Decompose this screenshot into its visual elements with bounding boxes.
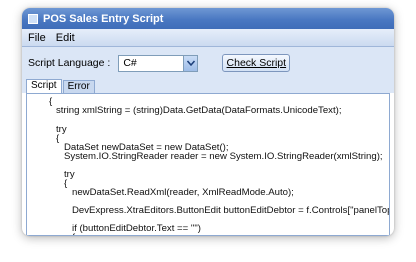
window-title: POS Sales Entry Script [43,12,164,25]
check-script-button[interactable]: Check Script [222,54,291,72]
code-editor[interactable]: { string xmlString = (string)Data.GetDat… [26,93,390,236]
code-line: { [72,232,75,235]
code-line: if (buttonEditDebtor.Text == "") [72,223,201,234]
chevron-down-icon [186,60,195,66]
menu-file[interactable]: File [28,32,46,44]
title-bar: POS Sales Entry Script [22,8,394,29]
code-line: newDataSet.ReadXml(reader, XmlReadMode.A… [72,187,294,198]
script-language-select[interactable]: C# [118,54,199,72]
code-line: System.IO.StringReader reader = new Syst… [64,151,383,162]
menu-edit[interactable]: Edit [56,32,75,44]
tab-strip: Script Error [22,79,394,93]
code-line: DevExpress.XtraEditors.ButtonEdit button… [72,205,389,216]
script-language-label: Script Language : [28,57,111,69]
app-window-icon [28,13,38,24]
toolbar: Script Language : C# Check Script [22,47,394,79]
code-line: string xmlString = (string)Data.GetData(… [56,105,342,116]
code-line: { [56,133,60,144]
dropdown-button[interactable] [183,55,198,71]
code-line: { [64,178,68,189]
menu-bar: File Edit [22,29,394,47]
code-line: { [49,96,53,107]
script-language-value: C# [123,57,137,69]
tab-script[interactable]: Script [26,79,62,93]
tab-error[interactable]: Error [62,80,95,93]
script-window: POS Sales Entry Script File Edit Script … [22,8,394,236]
